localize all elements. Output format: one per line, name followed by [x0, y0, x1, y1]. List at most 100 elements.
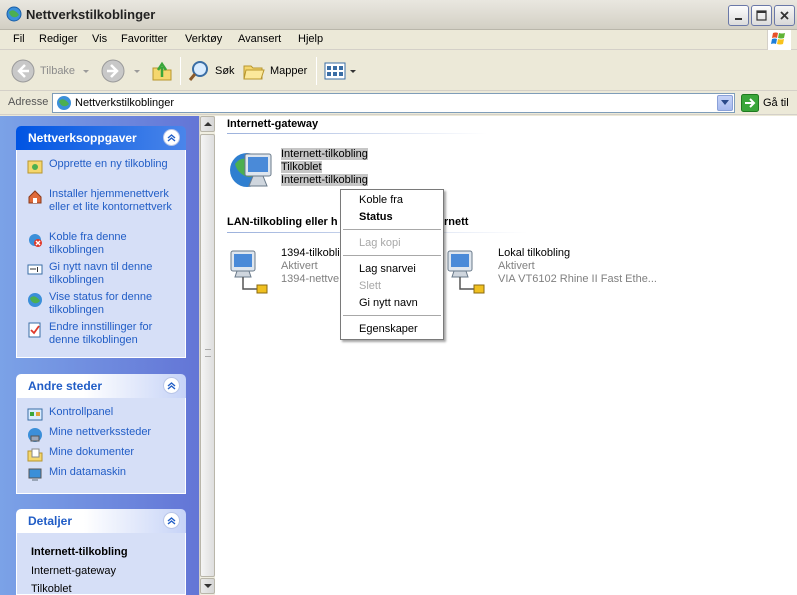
- lan2-name: Lokal tilkobling: [498, 247, 571, 259]
- go-label: Gå til: [763, 97, 789, 109]
- place-my-computer[interactable]: Min datamaskin: [27, 466, 183, 483]
- ctx-status[interactable]: Status: [359, 211, 393, 223]
- scroll-up-button[interactable]: [200, 116, 215, 132]
- task-label: Vise status for denne tilkoblingen: [49, 291, 153, 316]
- status-globe-icon: [28, 293, 42, 307]
- other-places-collapse-button[interactable]: [163, 377, 180, 394]
- task-label: Installer hjemmenettverk eller et lite k…: [49, 188, 172, 213]
- details-collapse-button[interactable]: [163, 512, 180, 529]
- vertical-scrollbar[interactable]: [199, 116, 215, 595]
- ctx-shortcut[interactable]: Lag snarvei: [359, 263, 416, 275]
- menu-favorites[interactable]: Favoritter: [121, 33, 167, 45]
- menu-advanced[interactable]: Avansert: [238, 33, 281, 45]
- title-bar[interactable]: Nettverkstilkoblinger: [0, 0, 797, 30]
- address-bar: Adresse Nettverkstilkoblinger Gå til: [0, 91, 797, 115]
- views-icon: [324, 62, 346, 80]
- forward-button[interactable]: [100, 56, 142, 86]
- chevron-down-icon: [134, 70, 140, 73]
- folders-label: Mapper: [270, 65, 308, 77]
- task-disconnect[interactable]: Koble fra denne tilkoblingen: [27, 231, 183, 257]
- place-label: Mine nettverkssteder: [49, 426, 152, 438]
- lan1-device: 1394-nettve: [281, 273, 340, 285]
- go-arrow-icon: [741, 94, 759, 112]
- task-view-status[interactable]: Vise status for denne tilkoblingen: [27, 291, 183, 317]
- place-my-network-places[interactable]: Mine nettverkssteder: [27, 426, 183, 443]
- group-title-gateway: Internett-gateway: [227, 118, 319, 130]
- network-tasks-header[interactable]: Nettverksoppgaver: [16, 126, 186, 150]
- menu-tools[interactable]: Verktøy: [185, 33, 222, 45]
- context-menu: Koble fra Status Lag kopi Lag snarvei Sl…: [340, 189, 444, 340]
- close-button[interactable]: [774, 5, 795, 26]
- connections-view: Internett-gateway Internett-tilkobling T…: [215, 116, 797, 595]
- up-folder-icon: [152, 61, 172, 81]
- ctx-disconnect[interactable]: Koble fra: [359, 194, 403, 206]
- place-control-panel[interactable]: Kontrollpanel: [27, 406, 183, 423]
- connection-local[interactable]: Lokal tilkobling Aktivert VIA VT6102 Rhi…: [444, 247, 657, 297]
- menu-file[interactable]: Fil: [13, 33, 25, 45]
- connection-1394[interactable]: 1394-tilkobli Aktivert 1394-nettve: [227, 247, 340, 297]
- network-tasks-panel: Opprette en ny tilkobling Installer hjem…: [16, 150, 186, 358]
- chevron-up-icon: [167, 517, 176, 525]
- new-connection-icon: [27, 160, 43, 174]
- chevron-down-icon: [721, 100, 729, 105]
- address-label: Adresse: [8, 96, 49, 108]
- disconnect-icon: [29, 234, 42, 247]
- folders-button[interactable]: Mapper: [242, 56, 307, 86]
- network-places-icon: [28, 428, 42, 442]
- ctx-copy: Lag kopi: [359, 237, 401, 249]
- rename-icon: [27, 264, 43, 275]
- search-button[interactable]: Søk: [187, 56, 235, 86]
- lan2-device: VIA VT6102 Rhine II Fast Ethe...: [498, 273, 657, 285]
- maximize-button[interactable]: [751, 5, 772, 26]
- details-header[interactable]: Detaljer: [16, 509, 186, 533]
- task-change-settings[interactable]: Endre innstillinger for denne tilkobling…: [27, 321, 183, 347]
- go-button[interactable]: Gå til: [741, 93, 789, 113]
- scroll-thumb[interactable]: [200, 134, 215, 577]
- computer-icon: [28, 468, 42, 481]
- task-label: Opprette en ny tilkobling: [49, 158, 168, 170]
- address-dropdown-button[interactable]: [717, 95, 733, 111]
- network-connections-icon: [6, 6, 22, 22]
- home-network-icon: [28, 190, 42, 204]
- task-install-home-network[interactable]: Installer hjemmenettverk eller et lite k…: [27, 188, 183, 214]
- chevron-down-icon: [203, 584, 212, 588]
- place-label: Kontrollpanel: [49, 406, 114, 418]
- menu-help[interactable]: Hjelp: [298, 33, 323, 45]
- chevron-up-icon: [167, 382, 176, 390]
- window-title: Nettverkstilkoblinger: [26, 7, 156, 22]
- ctx-delete: Slett: [359, 280, 382, 292]
- other-places-title: Andre steder: [28, 379, 103, 393]
- details-title: Detaljer: [28, 514, 73, 528]
- details-panel: Internett-tilkobling Internett-gateway T…: [16, 533, 186, 595]
- task-label: Koble fra denne tilkoblingen: [49, 231, 127, 256]
- address-input[interactable]: Nettverkstilkoblinger: [52, 93, 735, 113]
- scroll-down-button[interactable]: [200, 578, 215, 594]
- ctx-properties[interactable]: Egenskaper: [359, 323, 418, 335]
- menu-edit[interactable]: Rediger: [39, 33, 78, 45]
- chevron-up-icon: [203, 122, 212, 126]
- up-folder-button[interactable]: [150, 56, 174, 86]
- place-my-documents[interactable]: Mine dokumenter: [27, 446, 183, 463]
- back-button[interactable]: Tilbake: [10, 56, 91, 86]
- search-label: Søk: [215, 65, 235, 77]
- views-button[interactable]: [323, 56, 357, 86]
- search-icon: [188, 61, 208, 81]
- network-tasks-collapse-button[interactable]: [163, 129, 180, 146]
- menu-view[interactable]: Vis: [92, 33, 107, 45]
- task-create-connection[interactable]: Opprette en ny tilkobling: [27, 158, 183, 175]
- task-label: Gi nytt navn til denne tilkoblingen: [49, 261, 153, 286]
- other-places-panel: Kontrollpanel Mine nettverkssteder Mine …: [16, 398, 186, 494]
- chevron-down-icon: [350, 70, 356, 73]
- folders-icon: [243, 65, 265, 80]
- other-places-header[interactable]: Andre steder: [16, 374, 186, 398]
- task-label: Endre innstillinger for denne tilkobling…: [49, 321, 153, 346]
- ctx-rename[interactable]: Gi nytt navn: [359, 297, 418, 309]
- gateway-connection-device: Internett-tilkobling: [281, 174, 368, 186]
- gateway-connection-status: Tilkoblet: [281, 161, 322, 173]
- lan1-name: 1394-tilkobli: [281, 247, 340, 259]
- task-rename-connection[interactable]: Gi nytt navn til denne tilkoblingen: [27, 261, 183, 287]
- place-label: Min datamaskin: [49, 466, 127, 478]
- chevron-up-icon: [167, 134, 176, 142]
- settings-document-icon: [28, 322, 41, 338]
- minimize-button[interactable]: [728, 5, 749, 26]
